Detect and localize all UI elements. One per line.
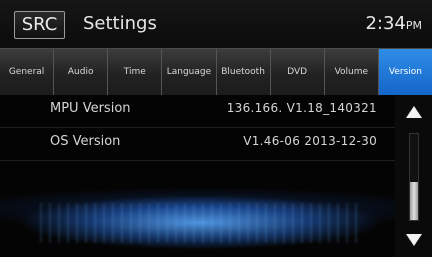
header-bar: SRC Settings 2:34PM <box>0 0 432 48</box>
scrollbar[interactable] <box>395 95 432 257</box>
list-item: MPU Version 136.166. V1.18_140321 <box>0 95 395 128</box>
settings-screen: SRC Settings 2:34PM General Audio Time L… <box>0 0 432 257</box>
scroll-up-button[interactable] <box>399 97 428 127</box>
clock-time: 2:34 <box>365 13 406 34</box>
scroll-track[interactable] <box>409 133 419 221</box>
scroll-thumb[interactable] <box>410 182 418 220</box>
mpu-version-label: MPU Version <box>50 101 131 116</box>
tab-volume[interactable]: Volume <box>325 49 379 95</box>
version-list: MPU Version 136.166. V1.18_140321 OS Ver… <box>0 95 395 257</box>
clock: 2:34PM <box>365 12 422 38</box>
page-title: Settings <box>83 13 157 34</box>
settings-tabs: General Audio Time Language Bluetooth DV… <box>0 48 432 95</box>
tab-time[interactable]: Time <box>108 49 163 95</box>
tab-audio[interactable]: Audio <box>54 49 109 95</box>
clock-ampm: PM <box>405 19 422 32</box>
list-item: OS Version V1.46-06 2013-12-30 <box>0 128 395 161</box>
src-button[interactable]: SRC <box>14 11 65 39</box>
tab-version[interactable]: Version <box>378 49 432 95</box>
background-glow-rays <box>40 203 360 243</box>
mpu-version-value: 136.166. V1.18_140321 <box>226 101 377 115</box>
arrow-up-icon <box>405 106 422 118</box>
os-version-value: V1.46-06 2013-12-30 <box>243 134 377 148</box>
tab-language[interactable]: Language <box>162 49 217 95</box>
tab-dvd[interactable]: DVD <box>271 49 325 95</box>
arrow-down-icon <box>405 234 422 246</box>
scroll-down-button[interactable] <box>399 225 428 255</box>
tab-general[interactable]: General <box>0 49 55 95</box>
tab-bluetooth[interactable]: Bluetooth <box>217 49 271 95</box>
os-version-label: OS Version <box>50 134 121 149</box>
